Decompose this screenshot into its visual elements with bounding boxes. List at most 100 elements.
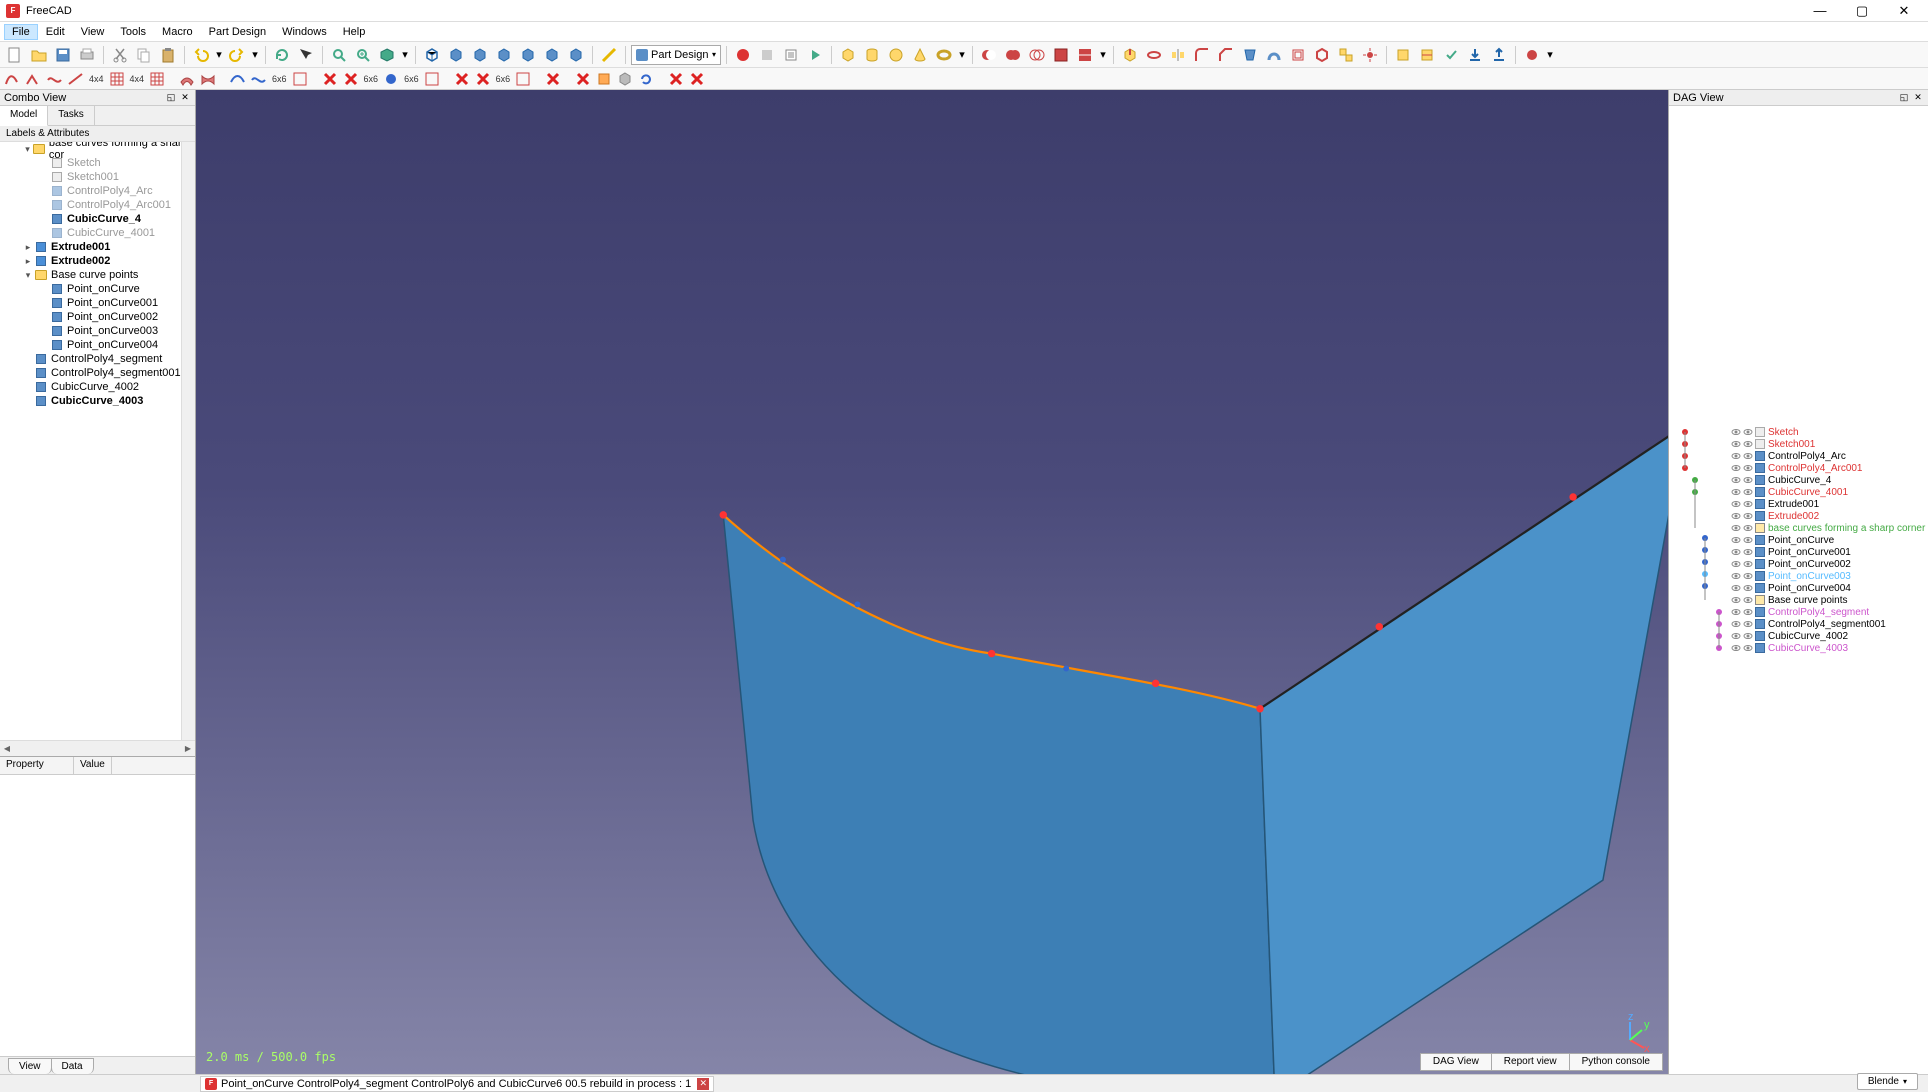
tab-tasks[interactable]: Tasks xyxy=(48,106,95,125)
visibility-icon[interactable] xyxy=(1743,571,1753,581)
view-left-icon[interactable] xyxy=(565,44,587,66)
import-icon[interactable] xyxy=(1464,44,1486,66)
extrude-icon[interactable] xyxy=(1119,44,1141,66)
visibility-icon[interactable] xyxy=(1743,511,1753,521)
drawstyle-icon[interactable] xyxy=(376,44,398,66)
visibility-icon[interactable] xyxy=(1731,559,1741,569)
visibility-icon[interactable] xyxy=(1731,595,1741,605)
visibility-icon[interactable] xyxy=(1743,523,1753,533)
whatsthis-icon[interactable] xyxy=(295,44,317,66)
tree-item[interactable]: ▾Base curve points xyxy=(0,268,195,282)
dag-item[interactable]: Point_onCurve004 xyxy=(1731,582,1851,594)
menu-tools[interactable]: Tools xyxy=(112,24,154,40)
cut-icon[interactable] xyxy=(109,44,131,66)
minimize-button[interactable]: — xyxy=(1808,2,1832,20)
undo-dropdown-icon[interactable]: ▾ xyxy=(214,44,224,66)
undo-icon[interactable] xyxy=(190,44,212,66)
dag-item[interactable]: Base curve points xyxy=(1731,594,1848,606)
curve-tool-2-icon[interactable] xyxy=(25,70,43,88)
grid6-tool-3-icon[interactable] xyxy=(514,70,532,88)
dag-item[interactable]: Point_onCurve002 xyxy=(1731,558,1851,570)
visibility-icon[interactable] xyxy=(1731,475,1741,485)
visibility-icon[interactable] xyxy=(1743,499,1753,509)
visibility-icon[interactable] xyxy=(1731,499,1741,509)
tab-reportview[interactable]: Report view xyxy=(1491,1053,1570,1071)
part-slice-icon[interactable] xyxy=(1074,44,1096,66)
export-icon[interactable] xyxy=(1488,44,1510,66)
tree-item[interactable]: Point_onCurve001 xyxy=(0,296,195,310)
dag-close-icon[interactable]: ✕ xyxy=(1912,92,1924,104)
axis-gizmo-icon[interactable]: z x y xyxy=(1610,1016,1650,1056)
dag-item[interactable]: base curves forming a sharp corner xyxy=(1731,522,1925,534)
save-icon[interactable] xyxy=(52,44,74,66)
visibility-icon[interactable] xyxy=(1743,607,1753,617)
part-cone-icon[interactable] xyxy=(909,44,931,66)
chamfer-icon[interactable] xyxy=(1215,44,1237,66)
visibility-icon[interactable] xyxy=(1731,619,1741,629)
menu-file[interactable]: File xyxy=(4,24,38,40)
tab-data[interactable]: Data xyxy=(51,1058,94,1074)
dag-item[interactable]: ControlPoly4_Arc001 xyxy=(1731,462,1863,474)
menu-view[interactable]: View xyxy=(73,24,113,40)
print-icon[interactable] xyxy=(76,44,98,66)
maximize-button[interactable]: ▢ xyxy=(1850,2,1874,20)
dag-undock-icon[interactable]: ◱ xyxy=(1898,92,1910,104)
menu-partdesign[interactable]: Part Design xyxy=(201,24,274,40)
view-top-icon[interactable] xyxy=(469,44,491,66)
delete-6-icon[interactable] xyxy=(574,70,592,88)
visibility-icon[interactable] xyxy=(1731,427,1741,437)
curve-tool-4-icon[interactable] xyxy=(67,70,85,88)
surface-tool-1-icon[interactable] xyxy=(178,70,196,88)
tree-item[interactable]: ControlPoly4_segment001 xyxy=(0,366,195,380)
part-sphere-icon[interactable] xyxy=(885,44,907,66)
visibility-icon[interactable] xyxy=(1743,439,1753,449)
curve-blue-2-icon[interactable] xyxy=(250,70,268,88)
visibility-icon[interactable] xyxy=(1743,475,1753,485)
dag-item[interactable]: ControlPoly4_Arc xyxy=(1731,450,1846,462)
dag-canvas[interactable]: SketchSketch001ControlPoly4_ArcControlPo… xyxy=(1669,106,1928,1074)
view-right-icon[interactable] xyxy=(493,44,515,66)
drawstyle-dropdown-icon[interactable]: ▾ xyxy=(400,44,410,66)
tree-scrollbar[interactable] xyxy=(181,142,195,740)
visibility-icon[interactable] xyxy=(1731,631,1741,641)
tree-item[interactable]: CubicCurve_4 xyxy=(0,212,195,226)
macro-list-icon[interactable] xyxy=(780,44,802,66)
new-file-icon[interactable] xyxy=(4,44,26,66)
visibility-icon[interactable] xyxy=(1743,451,1753,461)
primitives-dropdown-icon[interactable]: ▾ xyxy=(957,44,967,66)
curve-blue-1-icon[interactable] xyxy=(229,70,247,88)
shape-builder-icon[interactable] xyxy=(1392,44,1414,66)
tree-item[interactable]: ControlPoly4_Arc001 xyxy=(0,198,195,212)
macro-record-icon[interactable] xyxy=(732,44,754,66)
select-face-icon[interactable] xyxy=(595,70,613,88)
sphere-blue-icon[interactable] xyxy=(382,70,400,88)
refresh-blue-icon[interactable] xyxy=(637,70,655,88)
zoom-fit-icon[interactable] xyxy=(328,44,350,66)
redo-icon[interactable] xyxy=(226,44,248,66)
visibility-icon[interactable] xyxy=(1743,487,1753,497)
delete-2-icon[interactable] xyxy=(342,70,360,88)
tree-item[interactable]: ▸Extrude002 xyxy=(0,254,195,268)
view-rear-icon[interactable] xyxy=(517,44,539,66)
dag-item[interactable]: CubicCurve_4 xyxy=(1731,474,1831,486)
visibility-icon[interactable] xyxy=(1731,439,1741,449)
thickness-icon[interactable] xyxy=(1311,44,1333,66)
dag-item[interactable]: ControlPoly4_segment001 xyxy=(1731,618,1886,630)
dag-item[interactable]: Point_onCurve xyxy=(1731,534,1834,546)
part-section-icon[interactable] xyxy=(1050,44,1072,66)
curve-tool-3-icon[interactable] xyxy=(46,70,64,88)
delete-4-icon[interactable] xyxy=(474,70,492,88)
grid6-tool-2-icon[interactable] xyxy=(423,70,441,88)
visibility-icon[interactable] xyxy=(1743,631,1753,641)
panel-close-icon[interactable]: ✕ xyxy=(179,92,191,104)
compound-icon[interactable] xyxy=(1335,44,1357,66)
tab-dagview[interactable]: DAG View xyxy=(1420,1053,1492,1071)
part-box-icon[interactable] xyxy=(837,44,859,66)
dag-item[interactable]: Sketch xyxy=(1731,426,1799,438)
visibility-icon[interactable] xyxy=(1731,511,1741,521)
boolean-fuse-icon[interactable] xyxy=(1002,44,1024,66)
tree-item[interactable]: Point_onCurve003 xyxy=(0,324,195,338)
visibility-icon[interactable] xyxy=(1743,427,1753,437)
fillet-icon[interactable] xyxy=(1191,44,1213,66)
tree-item[interactable]: ControlPoly4_segment xyxy=(0,352,195,366)
